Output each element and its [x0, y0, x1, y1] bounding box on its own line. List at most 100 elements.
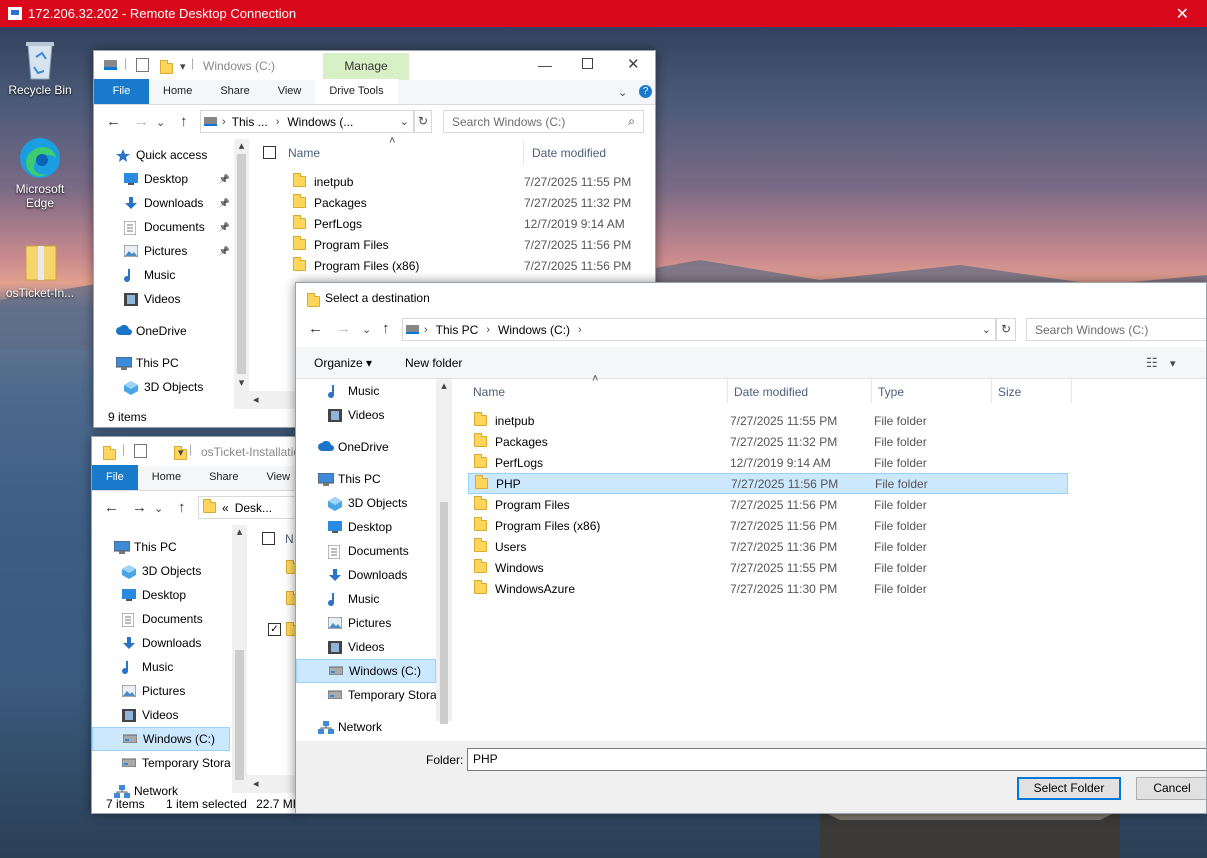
rdp-close-icon[interactable]: ✕ [1176, 4, 1189, 24]
select-folder-button[interactable]: Select Folder [1017, 777, 1121, 800]
nav-item-desktop[interactable]: Desktop [92, 583, 230, 607]
column-header-name[interactable]: N [285, 532, 294, 546]
file-row[interactable]: Packages 7/27/2025 11:32 PM [287, 192, 655, 213]
nav-item-documents[interactable]: Documents 📌 [116, 215, 236, 239]
column-header-date[interactable]: Date modified [734, 385, 808, 399]
forward-icon[interactable]: → [336, 320, 351, 337]
file-row[interactable]: PerfLogs 12/7/2019 9:14 AM [287, 213, 655, 234]
new-folder-icon[interactable] [160, 60, 173, 75]
breadcrumb-desktop[interactable]: Desk... [235, 501, 272, 515]
back-icon[interactable]: ← [106, 113, 121, 130]
nav-item-documents[interactable]: Documents [92, 607, 230, 631]
nav-item-windows-c[interactable]: Windows (C:) [296, 659, 436, 683]
up-icon[interactable]: ↑ [382, 320, 390, 337]
ribbon-expand-icon[interactable]: ⌄ [618, 86, 627, 99]
nav-item-pictures[interactable]: Pictures [296, 611, 436, 635]
nav-item-music[interactable]: Music [116, 263, 236, 287]
folder-name-input[interactable]: PHP [467, 748, 1206, 771]
nav-item-desktop[interactable]: Desktop [296, 515, 436, 539]
up-icon[interactable]: ↑ [180, 113, 188, 130]
nav-item-videos[interactable]: Videos [92, 703, 230, 727]
file-row[interactable]: Packages 7/27/2025 11:32 PM File folder [468, 431, 1068, 452]
nav-item-videos[interactable]: Videos [116, 287, 236, 311]
nav-item-this-pc[interactable]: This PC [296, 467, 436, 491]
close-icon[interactable]: ✕ [627, 55, 640, 73]
back-icon[interactable]: ← [308, 320, 323, 337]
forward-icon[interactable]: → [132, 499, 147, 516]
breadcrumb-this-pc[interactable]: This PC [436, 323, 479, 337]
nav-item-onedrive[interactable]: OneDrive [296, 435, 436, 459]
column-header-name[interactable]: Name [473, 385, 505, 399]
properties-icon[interactable] [134, 444, 147, 458]
address-bar[interactable]: « Desk... [198, 496, 300, 519]
nav-item-windows-c[interactable]: Windows (C:) [92, 727, 230, 751]
nav-item-music[interactable]: Music [92, 655, 230, 679]
view-options-icon[interactable]: ☷ [1146, 355, 1158, 371]
nav-item-downloads[interactable]: Downloads [92, 631, 230, 655]
qat-dropdown-icon[interactable]: ▾ [180, 60, 186, 73]
help-icon[interactable]: ? [639, 85, 652, 98]
nav-item-3d-objects[interactable]: 3D Objects [296, 491, 436, 515]
forward-icon[interactable]: → [134, 113, 149, 130]
address-dropdown-icon[interactable]: ⌄ [982, 323, 991, 336]
file-row[interactable]: Users 7/27/2025 11:36 PM File folder [468, 536, 1068, 557]
nav-item-documents[interactable]: Documents [296, 539, 436, 563]
tab-file[interactable]: File [94, 79, 149, 104]
column-header-name[interactable]: Name [288, 146, 320, 160]
nav-item-videos[interactable]: Videos [296, 403, 436, 427]
select-all-checkbox[interactable] [262, 532, 275, 545]
file-row[interactable]: Program Files 7/27/2025 11:56 PM File fold… [468, 494, 1068, 515]
nav-item-downloads[interactable]: Downloads [296, 563, 436, 587]
file-row[interactable]: inetpub 7/27/2025 11:55 PM File folder [468, 410, 1068, 431]
file-row[interactable]: Windows 7/27/2025 11:55 PM File folder [468, 557, 1068, 578]
tab-share[interactable]: Share [195, 465, 252, 490]
tab-home[interactable]: Home [149, 79, 206, 104]
column-header-date[interactable]: Date modified [532, 146, 606, 160]
tab-share[interactable]: Share [206, 79, 263, 104]
breadcrumb-windows-c[interactable]: Windows (C:) [498, 323, 570, 337]
desktop-osticket[interactable]: osTicket-In... [0, 240, 80, 300]
address-bar[interactable]: › This ... › Windows (... ⌄ [200, 110, 414, 133]
nav-item-pictures[interactable]: Pictures 📌 [116, 239, 236, 263]
breadcrumb-this-pc[interactable]: This ... [232, 115, 268, 129]
back-icon[interactable]: ← [104, 499, 119, 516]
nav-scrollbar[interactable]: ▴ ▾ [234, 139, 249, 409]
organize-button[interactable]: Organize ▾ [314, 356, 372, 370]
recent-dropdown-icon[interactable]: ⌄ [156, 116, 165, 129]
select-all-checkbox[interactable] [263, 146, 276, 159]
nav-item-onedrive[interactable]: OneDrive [116, 319, 236, 343]
new-folder-button[interactable]: New folder [405, 356, 462, 370]
tab-view[interactable]: View [252, 465, 300, 490]
nav-item-desktop[interactable]: Desktop 📌 [116, 167, 236, 191]
cancel-button[interactable]: Cancel [1136, 777, 1206, 800]
file-row[interactable]: PerfLogs 12/7/2019 9:14 AM File folder [468, 452, 1068, 473]
file-row[interactable]: Program Files (x86) 7/27/2025 11:56 PM [287, 255, 655, 276]
breadcrumb-windows-c[interactable]: Windows (... [287, 115, 353, 129]
address-bar[interactable]: › This PC › Windows (C:) › ⌄ [402, 318, 996, 341]
file-row[interactable]: inetpub 7/27/2025 11:55 PM [287, 171, 655, 192]
nav-item-this-pc[interactable]: This PC [116, 351, 236, 375]
file-row[interactable]: PHP 7/27/2025 11:56 PM File folder [468, 473, 1068, 494]
recent-dropdown-icon[interactable]: ⌄ [154, 502, 163, 515]
properties-icon[interactable] [136, 58, 149, 72]
horizontal-scrollbar[interactable]: ◂ [247, 775, 300, 793]
tab-drive-tools[interactable]: Drive Tools [315, 79, 398, 104]
row-checkbox-checked[interactable]: ✓ [268, 623, 281, 636]
desktop-recycle-bin[interactable]: Recycle Bin [0, 37, 80, 97]
nav-scrollbar[interactable]: ▴ [232, 525, 247, 793]
recent-dropdown-icon[interactable]: ⌄ [362, 323, 371, 336]
up-icon[interactable]: ↑ [178, 499, 186, 516]
nav-item-videos[interactable]: Videos [296, 635, 436, 659]
nav-item-network[interactable]: Network [296, 715, 436, 739]
nav-item-pictures[interactable]: Pictures [92, 679, 230, 703]
nav-item-downloads[interactable]: Downloads 📌 [116, 191, 236, 215]
nav-item-3d-objects[interactable]: 3D Objects [92, 559, 230, 583]
nav-scrollbar[interactable]: ▴ [436, 379, 452, 724]
column-header-size[interactable]: Size [998, 385, 1021, 399]
nav-item-music[interactable]: Music [296, 379, 436, 403]
nav-item-temporary-stora[interactable]: Temporary Stora [92, 751, 231, 775]
file-row[interactable]: Program Files 7/27/2025 11:56 PM [287, 234, 655, 255]
minimize-icon[interactable]: — [538, 57, 552, 73]
column-header-type[interactable]: Type [878, 385, 904, 399]
manage-tab[interactable]: Manage [323, 53, 409, 80]
